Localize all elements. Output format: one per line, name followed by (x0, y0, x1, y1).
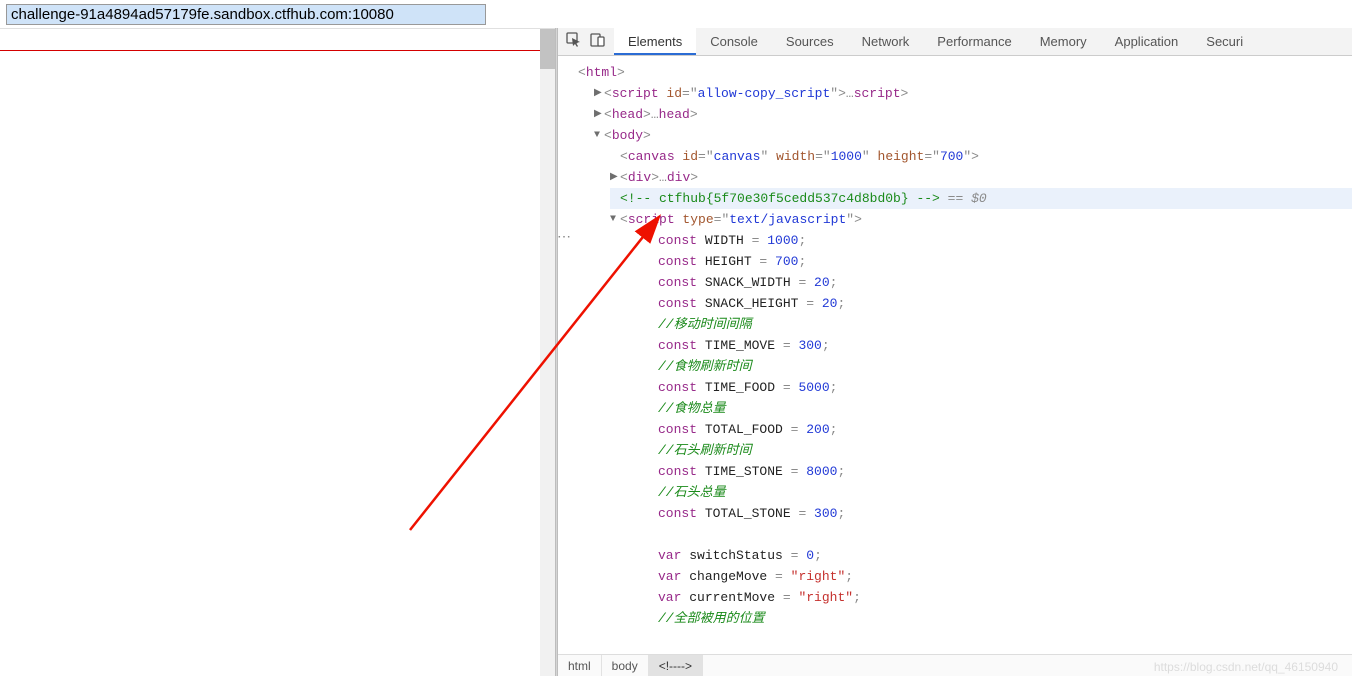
tree-row[interactable]: const TIME_STONE = 8000; (658, 461, 1352, 482)
tree-row[interactable]: <html> (578, 62, 1352, 83)
tree-row[interactable]: const SNACK_HEIGHT = 20; (658, 293, 1352, 314)
tree-row[interactable]: const WIDTH = 1000; (658, 230, 1352, 251)
tab-memory[interactable]: Memory (1026, 28, 1101, 55)
tree-row[interactable]: const TOTAL_FOOD = 200; (658, 419, 1352, 440)
tab-securi[interactable]: Securi (1192, 28, 1257, 55)
tree-row[interactable]: var changeMove = "right"; (658, 566, 1352, 587)
tree-row-selected[interactable]: <!-- ctfhub{5f70e30f5cedd537c4d8bd0b} --… (610, 188, 1352, 209)
tree-row[interactable]: ▶<script id="allow-copy_script">…script> (594, 83, 1352, 104)
tree-row[interactable] (658, 524, 1352, 545)
devtools-toolbar: ElementsConsoleSourcesNetworkPerformance… (558, 28, 1352, 56)
tree-row[interactable]: var switchStatus = 0; (658, 545, 1352, 566)
devtools-tabs: ElementsConsoleSourcesNetworkPerformance… (614, 28, 1257, 55)
main-split: ElementsConsoleSourcesNetworkPerformance… (0, 28, 1352, 676)
tab-elements[interactable]: Elements (614, 28, 696, 55)
tree-row[interactable]: const HEIGHT = 700; (658, 251, 1352, 272)
breadcrumb-item[interactable]: html (558, 655, 602, 676)
tab-performance[interactable]: Performance (923, 28, 1025, 55)
tree-row[interactable]: var currentMove = "right"; (658, 587, 1352, 608)
tree-row[interactable]: //石头总量 (658, 482, 1352, 503)
breadcrumb-item[interactable]: <!----> (649, 655, 703, 676)
tree-row[interactable]: ▼<script type="text/javascript"> (610, 209, 1352, 230)
address-bar[interactable]: challenge-91a4894ad57179fe.sandbox.ctfhu… (6, 4, 486, 25)
tab-sources[interactable]: Sources (772, 28, 848, 55)
devtools-panel: ElementsConsoleSourcesNetworkPerformance… (558, 28, 1352, 676)
elements-tree[interactable]: ⋯ <html>▶<script id="allow-copy_script">… (558, 56, 1352, 654)
tree-row[interactable]: <canvas id="canvas" width="1000" height=… (610, 146, 1352, 167)
page-viewport (0, 28, 555, 676)
tree-row[interactable]: ▶<div>…div> (610, 167, 1352, 188)
tree-row[interactable]: //食物总量 (658, 398, 1352, 419)
tree-row[interactable]: const SNACK_WIDTH = 20; (658, 272, 1352, 293)
address-bar-row: challenge-91a4894ad57179fe.sandbox.ctfhu… (0, 0, 1352, 28)
tree-row[interactable]: const TIME_MOVE = 300; (658, 335, 1352, 356)
line-dots-icon[interactable]: ⋯ (558, 228, 571, 249)
tree-row[interactable]: const TIME_FOOD = 5000; (658, 377, 1352, 398)
tree-row[interactable]: //食物刷新时间 (658, 356, 1352, 377)
breadcrumb-item[interactable]: body (602, 655, 649, 676)
page-scrollbar[interactable] (540, 29, 555, 676)
tab-console[interactable]: Console (696, 28, 772, 55)
tab-application[interactable]: Application (1101, 28, 1193, 55)
device-toolbar-icon[interactable] (590, 32, 606, 51)
tree-row[interactable]: const TOTAL_STONE = 300; (658, 503, 1352, 524)
tab-network[interactable]: Network (848, 28, 924, 55)
inspect-icon[interactable] (566, 32, 582, 51)
page-red-line (0, 50, 555, 51)
tree-row[interactable]: ▼<body> (594, 125, 1352, 146)
page-scrollbar-thumb[interactable] (540, 29, 555, 69)
tree-row[interactable]: //全部被用的位置 (658, 608, 1352, 629)
tree-row[interactable]: ▶<head>…head> (594, 104, 1352, 125)
tree-row[interactable]: //石头刷新时间 (658, 440, 1352, 461)
breadcrumb-bar: htmlbody<!----> (558, 654, 1352, 676)
tree-row[interactable]: //移动时间间隔 (658, 314, 1352, 335)
